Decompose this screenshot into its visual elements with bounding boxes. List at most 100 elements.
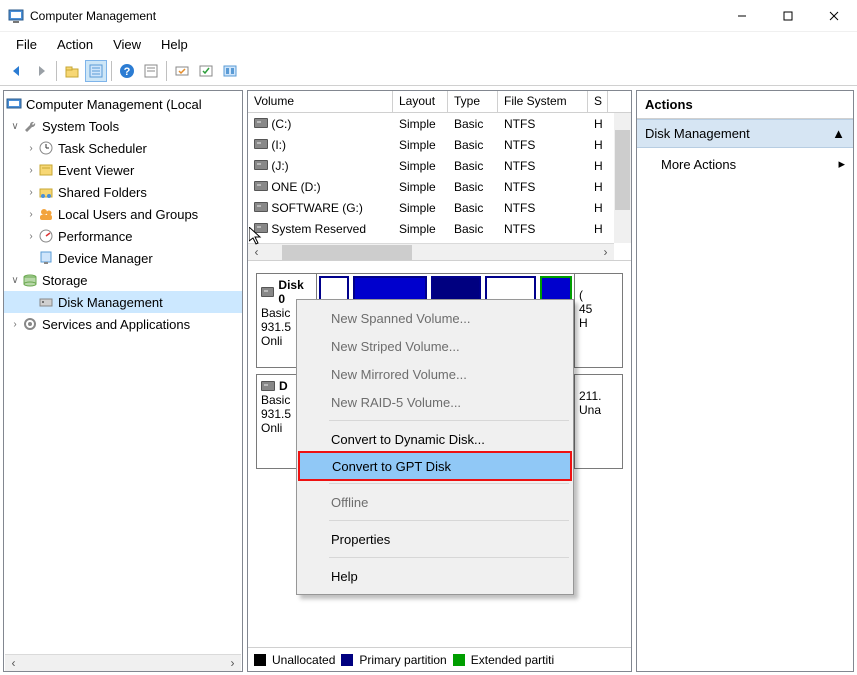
ctx-separator xyxy=(329,483,569,484)
app-icon xyxy=(8,8,24,24)
tree-local-users[interactable]: › Local Users and Groups xyxy=(4,203,242,225)
services-icon xyxy=(22,316,38,332)
volume-row[interactable]: (I:)SimpleBasicNTFSH xyxy=(248,134,631,155)
tree-label: Shared Folders xyxy=(58,185,147,200)
drive-icon xyxy=(254,160,268,170)
tree-system-tools[interactable]: ∨ System Tools xyxy=(4,115,242,137)
window-title: Computer Management xyxy=(30,9,719,23)
menu-file[interactable]: File xyxy=(8,35,45,54)
menu-bar: File Action View Help xyxy=(0,32,857,56)
volume-vscrollbar[interactable] xyxy=(614,113,631,243)
ctx-new-raid5[interactable]: New RAID-5 Volume... xyxy=(299,388,571,416)
maximize-button[interactable] xyxy=(765,0,811,31)
tool-1[interactable] xyxy=(171,60,193,82)
expand-toggle[interactable]: ∨ xyxy=(8,275,22,286)
toolbar-separator xyxy=(166,61,167,81)
performance-icon xyxy=(38,228,54,244)
users-icon xyxy=(38,206,54,222)
wrench-icon xyxy=(22,118,38,134)
console-tree[interactable]: Computer Management (Local ∨ System Tool… xyxy=(4,91,242,335)
ctx-separator xyxy=(329,557,569,558)
volume-row[interactable]: (C:)SimpleBasicNTFSH xyxy=(248,113,631,134)
context-menu[interactable]: New Spanned Volume... New Striped Volume… xyxy=(296,299,574,595)
toolbar-separator xyxy=(111,61,112,81)
ctx-separator xyxy=(329,420,569,421)
folder-share-icon xyxy=(38,184,54,200)
actions-pane: Actions Disk Management ▲ More Actions ▸ xyxy=(636,90,854,672)
drive-icon xyxy=(254,118,268,128)
ctx-convert-gpt[interactable]: Convert to GPT Disk xyxy=(299,452,571,480)
expand-toggle[interactable]: › xyxy=(24,165,38,176)
tree-label: Local Users and Groups xyxy=(58,207,198,222)
volume-list-header[interactable]: Volume Layout Type File System S xyxy=(248,91,631,113)
actions-item-label: More Actions xyxy=(661,157,736,172)
svg-text:?: ? xyxy=(124,66,131,78)
actions-section-disk-management[interactable]: Disk Management ▲ xyxy=(637,119,853,148)
storage-icon xyxy=(22,272,38,288)
drive-icon xyxy=(254,202,268,212)
col-volume[interactable]: Volume xyxy=(248,91,393,112)
volume-hscrollbar[interactable]: ‹› xyxy=(248,243,614,260)
volume-row[interactable]: System ReservedSimpleBasicNTFSH xyxy=(248,218,631,239)
expand-toggle[interactable]: › xyxy=(8,319,22,330)
ctx-new-mirrored[interactable]: New Mirrored Volume... xyxy=(299,360,571,388)
tree-task-scheduler[interactable]: › Task Scheduler xyxy=(4,137,242,159)
volume-list[interactable]: Volume Layout Type File System S (C:)Sim… xyxy=(248,91,631,261)
tree-root[interactable]: Computer Management (Local xyxy=(4,93,242,115)
expand-toggle[interactable]: › xyxy=(24,231,38,242)
title-bar: Computer Management xyxy=(0,0,857,32)
expand-toggle[interactable]: › xyxy=(24,209,38,220)
ctx-new-striped[interactable]: New Striped Volume... xyxy=(299,332,571,360)
back-button[interactable] xyxy=(6,60,28,82)
tree-services[interactable]: › Services and Applications xyxy=(4,313,242,335)
tree-disk-management[interactable]: Disk Management xyxy=(4,291,242,313)
details-button[interactable] xyxy=(140,60,162,82)
event-icon xyxy=(38,162,54,178)
tree-storage[interactable]: ∨ Storage xyxy=(4,269,242,291)
volume-row[interactable]: SOFTWARE (G:)SimpleBasicNTFSH xyxy=(248,197,631,218)
menu-action[interactable]: Action xyxy=(49,35,101,54)
close-button[interactable] xyxy=(811,0,857,31)
expand-toggle[interactable]: › xyxy=(24,143,38,154)
tree-event-viewer[interactable]: › Event Viewer xyxy=(4,159,242,181)
disk-right-info: ( 45 H xyxy=(574,274,622,367)
properties-button[interactable] xyxy=(85,60,107,82)
expand-toggle[interactable]: › xyxy=(24,187,38,198)
ctx-new-spanned[interactable]: New Spanned Volume... xyxy=(299,304,571,332)
tree-shared-folders[interactable]: › Shared Folders xyxy=(4,181,242,203)
ctx-help[interactable]: Help xyxy=(299,562,571,590)
up-button[interactable] xyxy=(61,60,83,82)
left-pane-scrollbar[interactable]: ‹› xyxy=(5,654,241,671)
tree-performance[interactable]: › Performance xyxy=(4,225,242,247)
ctx-properties[interactable]: Properties xyxy=(299,525,571,553)
forward-button[interactable] xyxy=(30,60,52,82)
menu-view[interactable]: View xyxy=(105,35,149,54)
ctx-offline[interactable]: Offline xyxy=(299,488,571,516)
disk-name: D xyxy=(279,379,288,393)
tool-3[interactable] xyxy=(219,60,241,82)
col-status[interactable]: S xyxy=(588,91,608,112)
tree-label: System Tools xyxy=(42,119,119,134)
ctx-convert-dynamic[interactable]: Convert to Dynamic Disk... xyxy=(299,425,571,453)
drive-icon xyxy=(261,287,274,297)
tree-label: Performance xyxy=(58,229,132,244)
toolbar-separator xyxy=(56,61,57,81)
computer-mgmt-icon xyxy=(6,96,22,112)
tool-2[interactable] xyxy=(195,60,217,82)
menu-help[interactable]: Help xyxy=(153,35,196,54)
volume-row[interactable]: (J:)SimpleBasicNTFSH xyxy=(248,155,631,176)
disk-right-info: 211. Una xyxy=(574,375,622,468)
col-layout[interactable]: Layout xyxy=(393,91,448,112)
col-type[interactable]: Type xyxy=(448,91,498,112)
actions-header: Actions xyxy=(637,91,853,119)
volume-row[interactable]: ONE (D:)SimpleBasicNTFSH xyxy=(248,176,631,197)
legend-swatch-unalloc xyxy=(254,654,266,666)
chevron-right-icon: ▸ xyxy=(838,156,845,172)
col-filesystem[interactable]: File System xyxy=(498,91,588,112)
actions-more-actions[interactable]: More Actions ▸ xyxy=(637,148,853,180)
tree-label: Disk Management xyxy=(58,295,163,310)
minimize-button[interactable] xyxy=(719,0,765,31)
expand-toggle[interactable]: ∨ xyxy=(8,121,22,132)
help-button[interactable]: ? xyxy=(116,60,138,82)
tree-device-manager[interactable]: Device Manager xyxy=(4,247,242,269)
